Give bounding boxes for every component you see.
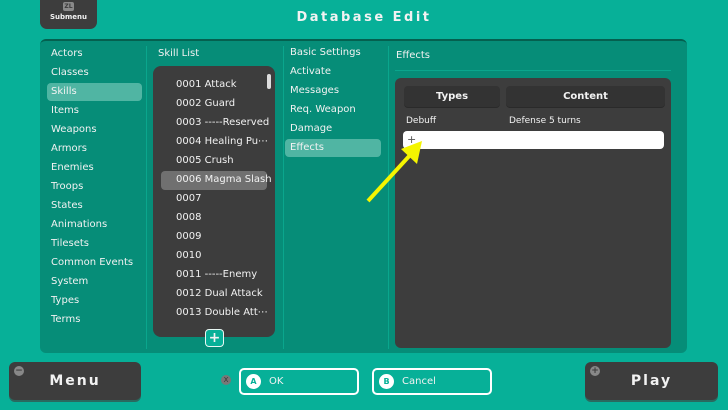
divider	[395, 70, 671, 71]
sidebar-item-skills[interactable]: Skills	[47, 83, 142, 101]
minus-key-icon: −	[14, 366, 24, 376]
b-key-icon: B	[379, 374, 394, 389]
skill-list-item[interactable]: 0008	[176, 209, 201, 227]
sidebar-item-items[interactable]: Items	[51, 102, 79, 120]
section-item-basic-settings[interactable]: Basic Settings	[290, 44, 361, 62]
sidebar-item-states[interactable]: States	[51, 197, 83, 215]
skill-list-title: Skill List	[158, 48, 200, 59]
sidebar-item-classes[interactable]: Classes	[51, 64, 89, 82]
page-title: Database Edit	[296, 10, 432, 25]
skill-list-item[interactable]: 0010	[176, 247, 201, 265]
divider	[146, 46, 147, 349]
sidebar-item-common-events[interactable]: Common Events	[51, 254, 133, 272]
section-item-messages[interactable]: Messages	[290, 82, 339, 100]
sidebar-item-system[interactable]: System	[51, 273, 88, 291]
divider	[283, 46, 284, 349]
skill-list-item[interactable]: 0002 Guard	[176, 95, 235, 113]
section-item-activate[interactable]: Activate	[290, 63, 331, 81]
skill-list-item[interactable]: 0007	[176, 190, 201, 208]
sidebar-item-tilesets[interactable]: Tilesets	[51, 235, 89, 253]
sidebar-item-actors[interactable]: Actors	[51, 45, 83, 63]
skill-list-item[interactable]: 0004 Healing Pu⋯	[176, 133, 268, 151]
sidebar-item-types[interactable]: Types	[51, 292, 79, 310]
sidebar-item-enemies[interactable]: Enemies	[51, 159, 94, 177]
skill-list-item[interactable]: 0003 -----Reserved	[176, 114, 269, 132]
play-label: Play	[630, 373, 673, 389]
ok-button[interactable]: A OK	[239, 368, 359, 395]
pointer-arrow-icon	[366, 141, 422, 203]
sidebar-item-armors[interactable]: Armors	[51, 140, 87, 158]
sidebar-item-troops[interactable]: Troops	[51, 178, 83, 196]
menu-label: Menu	[49, 373, 101, 389]
add-effect-row[interactable]: +	[403, 131, 664, 149]
effect-type-cell[interactable]: Debuff	[406, 112, 436, 130]
play-button[interactable]: + Play	[585, 362, 718, 400]
scrollbar[interactable]	[267, 74, 271, 89]
sidebar-item-animations[interactable]: Animations	[51, 216, 107, 234]
skill-list-item[interactable]: 0005 Crush	[176, 152, 234, 170]
section-item-damage[interactable]: Damage	[290, 120, 332, 138]
cancel-label: Cancel	[402, 376, 436, 387]
skill-list-item[interactable]: 0012 Dual Attack	[176, 285, 263, 303]
plus-key-icon: +	[590, 366, 600, 376]
skill-list-item[interactable]: 0001 Attack	[176, 76, 237, 94]
skill-list-item[interactable]: 0009	[176, 228, 201, 246]
ok-label: OK	[269, 376, 284, 387]
sidebar-item-terms[interactable]: Terms	[51, 311, 80, 329]
sidebar-item-weapons[interactable]: Weapons	[51, 121, 97, 139]
a-key-icon: A	[246, 374, 261, 389]
cancel-button[interactable]: B Cancel	[372, 368, 492, 395]
add-skill-button[interactable]: +	[205, 329, 224, 347]
menu-button[interactable]: − Menu	[9, 362, 141, 400]
x-key-icon: X	[221, 375, 231, 385]
skill-list-item[interactable]: 0013 Double Att⋯	[176, 304, 268, 322]
content-column-header[interactable]: Content	[506, 86, 665, 107]
types-column-header[interactable]: Types	[404, 86, 500, 107]
skill-list-item[interactable]: 0011 -----Enemy	[176, 266, 257, 284]
effect-content-cell[interactable]: Defense 5 turns	[509, 112, 581, 130]
section-item-req-weapon[interactable]: Req. Weapon	[290, 101, 356, 119]
skill-list-item[interactable]: 0006 Magma Slash	[176, 171, 272, 189]
effects-title: Effects	[396, 50, 430, 61]
